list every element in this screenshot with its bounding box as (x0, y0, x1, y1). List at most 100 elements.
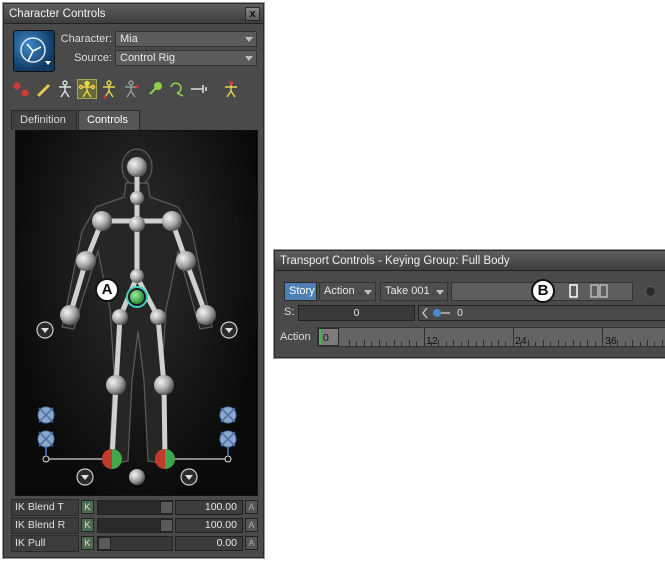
pencil-icon[interactable] (33, 79, 53, 99)
spine-effector[interactable] (130, 269, 144, 283)
ik-blend-t-row: IK Blend T K 100.00 A (11, 499, 258, 516)
action-value: Action (324, 285, 355, 297)
speed-field[interactable]: 0 (298, 305, 415, 321)
take-dropdown[interactable]: Take 001 (380, 282, 448, 301)
tab-controls[interactable]: Controls (78, 110, 140, 130)
ik-blend-r-anim-button[interactable]: A (245, 518, 258, 532)
right-floor-pivot-icon[interactable] (224, 455, 232, 463)
frame-value: 0 (457, 307, 463, 319)
figure-yellow-icon[interactable] (99, 79, 119, 99)
timeline-tick-mark (483, 340, 485, 346)
timeline-tick-mark (349, 340, 350, 346)
character-menu-icon[interactable] (13, 30, 55, 72)
timeline-tick-mark (594, 342, 596, 346)
ik-blend-t-anim-button[interactable]: A (245, 500, 258, 514)
expand-arrows[interactable] (36, 321, 238, 486)
ik-blend-t-slider[interactable] (97, 500, 173, 515)
character-controls-window: Character Controls x Character: Mia Sour… (3, 3, 264, 558)
timeline-tick-mark (505, 342, 507, 346)
timeline-ruler[interactable]: 0 12 24 36 (317, 327, 665, 347)
ik-blend-r-label: IK Blend R (11, 517, 79, 534)
right-hip-effector[interactable] (150, 309, 166, 325)
timeline-label: Action (280, 331, 311, 343)
rotate-pin-icon[interactable] (167, 79, 187, 99)
slider-fill (98, 501, 160, 514)
tab-definition[interactable]: Definition (11, 110, 77, 130)
split-view-right-icon (599, 284, 608, 298)
timeline-tick-mark (542, 340, 544, 346)
rig-diagram (36, 148, 238, 486)
left-wrist-effector[interactable] (60, 305, 80, 325)
take-value: Take 001 (385, 285, 430, 297)
ik-blend-r-slider[interactable] (97, 518, 173, 533)
left-ankle-effector[interactable] (102, 449, 122, 469)
timeline-tick-mark (393, 340, 395, 346)
pin-horizontal-icon[interactable] (189, 79, 209, 99)
left-floor-pivot-icon[interactable] (42, 455, 50, 463)
timeline-tick-mark (535, 342, 537, 346)
pin-icon[interactable] (145, 79, 165, 99)
close-button[interactable]: x (245, 7, 260, 21)
timeline-tick-mark (445, 342, 447, 346)
frame-jog-icon[interactable] (421, 307, 453, 319)
window-title: Transport Controls - Keying Group: Full … (280, 255, 510, 267)
ik-pull-value[interactable]: 0.00 (175, 536, 243, 551)
timeline-tick-mark (363, 340, 365, 346)
left-shoulder-effector[interactable] (92, 211, 112, 231)
ik-pull-key-button[interactable]: K (81, 536, 94, 550)
right-wrist-effector[interactable] (196, 305, 216, 325)
slider-thumb[interactable] (160, 501, 173, 514)
record-icon[interactable] (645, 286, 656, 297)
character-controls-titlebar[interactable]: Character Controls x (4, 4, 263, 24)
left-hip-effector[interactable] (112, 309, 128, 325)
slider-thumb[interactable] (160, 519, 173, 532)
right-shoulder-effector[interactable] (162, 211, 182, 231)
right-knee-effector[interactable] (154, 375, 174, 395)
figure-grey-icon[interactable] (121, 79, 141, 99)
source-dropdown[interactable]: Control Rig (115, 50, 257, 66)
ik-blend-r-key-button[interactable]: K (81, 518, 94, 532)
right-elbow-effector[interactable] (176, 251, 196, 271)
timeline-tick-mark (378, 340, 380, 346)
single-view-icon (569, 284, 578, 298)
timeline-tick-mark (416, 342, 418, 346)
ik-pull-anim-button[interactable]: A (245, 536, 258, 550)
callout-b: B (531, 279, 555, 303)
figure-active-icon[interactable] (77, 79, 97, 99)
ik-blend-t-label: IK Blend T (11, 499, 79, 516)
figure-red-yellow-icon[interactable] (221, 79, 241, 99)
timeline-tick-mark (468, 340, 470, 346)
timeline-tick-mark (661, 340, 663, 346)
hand-finger-effectors[interactable] (37, 406, 237, 448)
red-nodes-icon[interactable] (11, 79, 31, 99)
floor-contact-effector[interactable] (129, 469, 145, 485)
right-ankle-effector[interactable] (155, 449, 175, 469)
chevron-down-icon (436, 290, 444, 295)
left-elbow-effector[interactable] (76, 251, 96, 271)
source-value: Control Rig (120, 52, 176, 64)
action-dropdown[interactable]: Action (319, 282, 376, 301)
character-value: Mia (120, 33, 138, 45)
slider-thumb[interactable] (98, 537, 111, 550)
ik-blend-t-value[interactable]: 100.00 (175, 500, 243, 515)
story-button[interactable]: Story (284, 282, 317, 301)
slider-fill (98, 519, 160, 532)
character-rig-view[interactable] (15, 130, 258, 496)
head-effector[interactable] (127, 157, 147, 177)
transport-controls-titlebar[interactable]: Transport Controls - Keying Group: Full … (275, 251, 665, 271)
frame-field[interactable]: 0 (418, 305, 665, 321)
speed-label: S: (284, 306, 295, 318)
ik-blend-r-value[interactable]: 100.00 (175, 518, 243, 533)
timeline-tick-mark (550, 342, 552, 346)
timeline-tick-36: 36 (605, 335, 617, 347)
left-knee-effector[interactable] (106, 375, 126, 395)
timeline-tick-mark (408, 340, 410, 346)
ik-blend-t-key-button[interactable]: K (81, 500, 94, 514)
ik-pull-slider[interactable] (97, 536, 173, 551)
neck-effector[interactable] (130, 191, 144, 205)
stick-figure-icon[interactable] (55, 79, 75, 99)
character-dropdown[interactable]: Mia (115, 31, 257, 47)
timeline-tick-mark (602, 328, 604, 346)
timeline-cursor[interactable]: 0 (318, 328, 339, 346)
chest-effector[interactable] (129, 216, 145, 232)
